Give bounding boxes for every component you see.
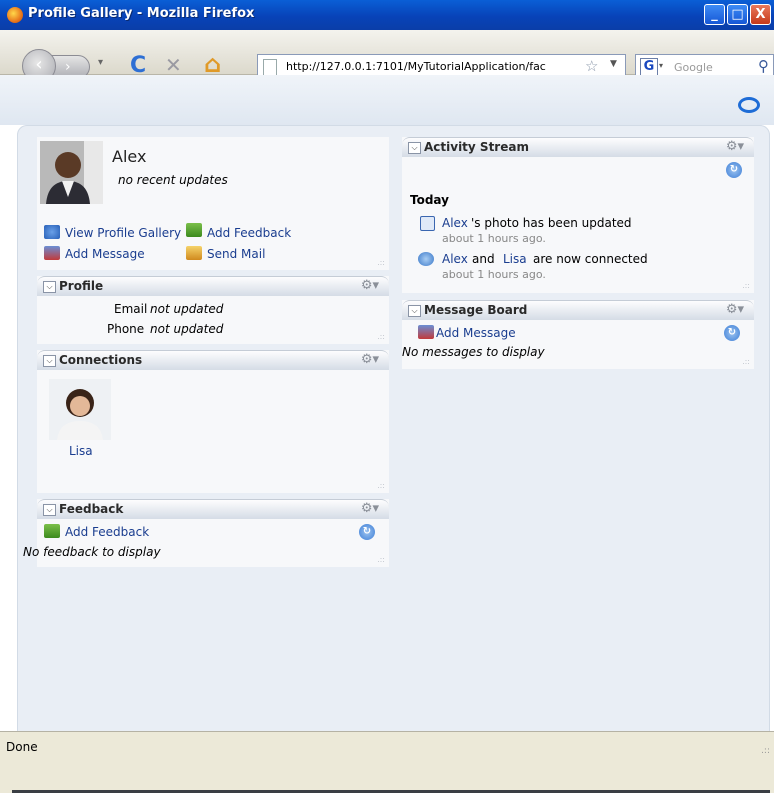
search-input[interactable]: Google [674, 61, 713, 74]
gear-menu-icon[interactable]: ⚙▾ [361, 278, 379, 293]
photo-icon [420, 216, 435, 231]
gear-menu-icon[interactable]: ⚙▾ [726, 302, 744, 317]
activity-text: are now connected [533, 252, 648, 266]
resize-handle-icon[interactable]: .:: [377, 481, 385, 490]
add-feedback-icon [44, 524, 60, 538]
phone-label: Phone [107, 322, 145, 336]
profile-name: Alex [112, 147, 147, 166]
app-header [0, 75, 774, 125]
connections-panel-title: Connections [59, 353, 143, 367]
alex-avatar[interactable] [40, 141, 103, 204]
refresh-icon[interactable]: ↻ [726, 162, 742, 178]
day-heading: Today [410, 193, 449, 207]
activity-panel-title: Activity Stream [424, 140, 529, 154]
profile-status: no recent updates [118, 173, 228, 187]
search-icon[interactable]: ⚲ [758, 57, 769, 75]
activity-text: 's photo has been updated [471, 216, 632, 230]
activity-time: about 1 hours ago. [442, 268, 546, 281]
add-feedback-link[interactable]: Add Feedback [207, 226, 291, 240]
connection-icon [418, 252, 434, 266]
add-message-icon [418, 325, 434, 339]
window-resize-grip-icon[interactable]: .:: [761, 746, 770, 756]
stop-button[interactable]: ✕ [165, 53, 182, 77]
history-dropdown-icon[interactable]: ▾ [98, 57, 103, 68]
close-button[interactable]: X [750, 4, 771, 25]
message-board-panel: ⌵ Message Board ⚙▾ Add Message ↻ No mess… [402, 300, 754, 369]
mail-icon [186, 246, 202, 260]
activity-joiner: and [472, 252, 495, 266]
collapse-icon[interactable]: ⌵ [43, 281, 56, 293]
activity-panel-header: ⌵ Activity Stream ⚙▾ [402, 137, 754, 157]
phone-value: not updated [150, 322, 224, 336]
resize-handle-icon[interactable]: .:: [742, 281, 750, 290]
page-icon [263, 59, 277, 76]
people-icon [44, 225, 60, 239]
collapse-icon[interactable]: ⌵ [408, 142, 421, 154]
refresh-icon[interactable]: ↻ [359, 524, 375, 540]
profile-panel-title: Profile [59, 279, 104, 293]
send-mail-link[interactable]: Send Mail [207, 247, 265, 261]
message-panel-title: Message Board [424, 303, 528, 317]
lisa-link[interactable]: Lisa [69, 444, 93, 458]
feedback-empty-text: No feedback to display [23, 545, 161, 559]
email-label: Email [114, 302, 148, 316]
firefox-icon [7, 7, 23, 23]
window-titlebar[interactable]: Profile Gallery - Mozilla Firefox _ □ X [0, 0, 774, 30]
url-dropdown-icon[interactable]: ▼ [610, 59, 617, 69]
lisa-avatar[interactable] [49, 379, 111, 440]
activity-actor-link[interactable]: Alex [442, 216, 468, 230]
url-text[interactable]: http://127.0.0.1:7101/MyTutorialApplicat… [286, 60, 576, 73]
activity-time: about 1 hours ago. [442, 232, 546, 245]
gear-menu-icon[interactable]: ⚙▾ [726, 139, 744, 154]
status-bar: Done .:: [0, 731, 774, 760]
message-panel-header: ⌵ Message Board ⚙▾ [402, 300, 754, 320]
window-title: Profile Gallery - Mozilla Firefox [28, 6, 255, 21]
resize-handle-icon[interactable]: .:: [377, 258, 385, 267]
home-button[interactable]: ⌂ [204, 50, 221, 78]
oracle-logo-icon [738, 97, 760, 113]
resize-handle-icon[interactable]: .:: [377, 555, 385, 564]
feedback-panel-header: ⌵ Feedback ⚙▾ [37, 499, 389, 519]
collapse-icon[interactable]: ⌵ [43, 504, 56, 516]
profile-summary-panel: Alex no recent updates View Profile Gall… [37, 137, 389, 270]
profile-panel: ⌵ Profile ⚙▾ Email not updated Phone not… [37, 276, 389, 344]
add-message-link[interactable]: Add Message [65, 247, 145, 261]
gear-menu-icon[interactable]: ⚙▾ [361, 352, 379, 367]
gear-menu-icon[interactable]: ⚙▾ [361, 501, 379, 516]
email-value: not updated [150, 302, 224, 316]
refresh-icon[interactable]: ↻ [724, 325, 740, 341]
add-message-icon [44, 246, 60, 260]
feedback-panel: ⌵ Feedback ⚙▾ Add Feedback ↻ No feedback… [23, 499, 389, 567]
engine-dropdown-icon[interactable]: ▾ [659, 61, 663, 70]
activity-actor2-link[interactable]: Lisa [503, 252, 527, 266]
page-content: Alex no recent updates View Profile Gall… [0, 75, 774, 793]
messages-empty-text: No messages to display [402, 345, 545, 359]
connections-panel-header: ⌵ Connections ⚙▾ [37, 350, 389, 370]
collapse-icon[interactable]: ⌵ [43, 355, 56, 367]
resize-handle-icon[interactable]: .:: [742, 357, 750, 366]
maximize-button[interactable]: □ [727, 4, 748, 25]
feedback-panel-title: Feedback [59, 502, 124, 516]
view-profile-gallery-link[interactable]: View Profile Gallery [65, 226, 181, 240]
activity-actor-link[interactable]: Alex [442, 252, 468, 266]
add-feedback-link[interactable]: Add Feedback [65, 525, 149, 539]
add-message-link[interactable]: Add Message [436, 326, 516, 340]
resize-handle-icon[interactable]: .:: [377, 332, 385, 341]
activity-stream-panel: ⌵ Activity Stream ⚙▾ ↻ Today Alex 's pho… [402, 137, 754, 293]
minimize-button[interactable]: _ [704, 4, 725, 25]
collapse-icon[interactable]: ⌵ [408, 305, 421, 317]
status-text: Done [6, 740, 38, 754]
profile-panel-header: ⌵ Profile ⚙▾ [37, 276, 389, 296]
bookmark-star-icon[interactable]: ☆ [585, 57, 598, 75]
add-feedback-icon [186, 223, 202, 237]
connections-panel: ⌵ Connections ⚙▾ Lisa .:: [37, 350, 389, 493]
